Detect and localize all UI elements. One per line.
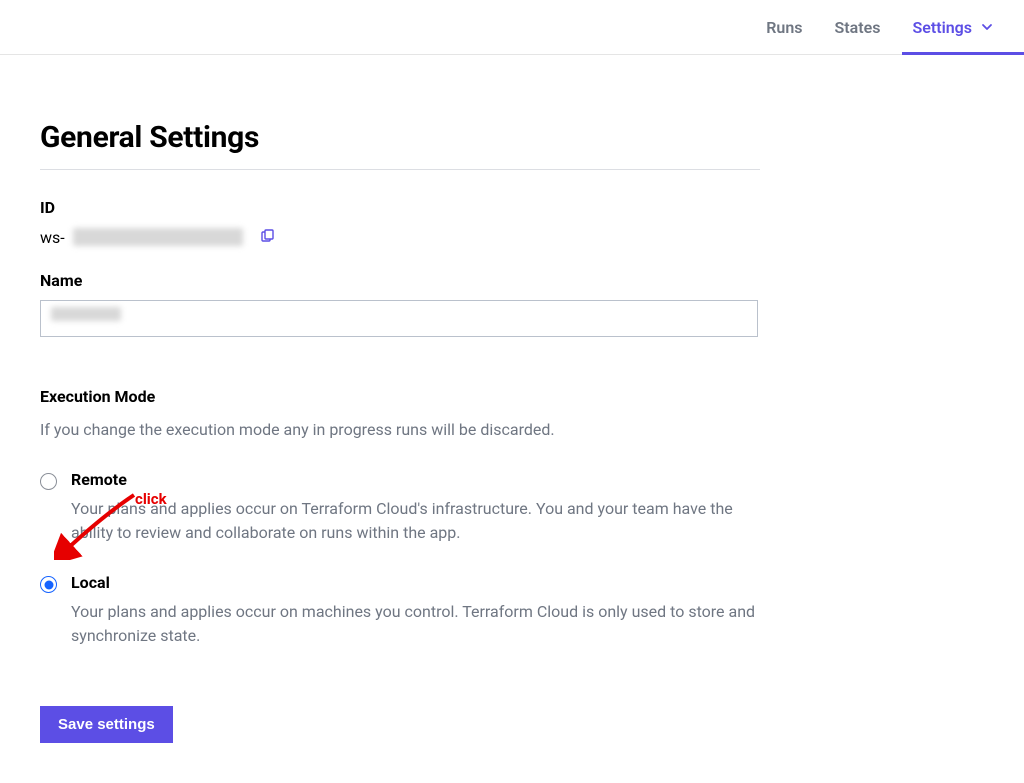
radio-option-remote[interactable]: Remote Your plans and applies occur on T…	[40, 470, 760, 545]
tab-settings[interactable]: Settings	[910, 0, 996, 55]
radio-title: Remote	[71, 470, 760, 489]
id-label: ID	[40, 198, 760, 217]
name-value-redacted	[51, 307, 121, 321]
tab-label: States	[835, 18, 881, 37]
id-value-redacted	[73, 228, 243, 246]
tab-states[interactable]: States	[833, 0, 883, 55]
execution-mode-help: If you change the execution mode any in …	[40, 418, 760, 442]
page-title: General Settings	[40, 120, 760, 155]
button-label: Save settings	[58, 716, 155, 733]
content-area: General Settings ID ws- Name Execution M…	[0, 55, 800, 783]
name-input[interactable]	[40, 300, 758, 337]
radio-content: Remote Your plans and applies occur on T…	[71, 470, 760, 545]
save-settings-button[interactable]: Save settings	[40, 706, 173, 743]
id-row: ws-	[40, 227, 760, 247]
title-divider	[40, 169, 760, 170]
radio-option-local[interactable]: Local Your plans and applies occur on ma…	[40, 573, 760, 648]
radio-desc: Your plans and applies occur on Terrafor…	[71, 497, 760, 545]
chevron-down-icon	[980, 20, 994, 34]
tab-runs[interactable]: Runs	[764, 0, 804, 55]
radio-desc: Your plans and applies occur on machines…	[71, 600, 760, 648]
radio-content: Local Your plans and applies occur on ma…	[71, 573, 760, 648]
id-prefix: ws-	[40, 228, 65, 247]
name-label: Name	[40, 271, 760, 290]
radio-button-local[interactable]	[40, 576, 57, 593]
top-nav: Runs States Settings	[0, 0, 1024, 55]
execution-mode-label: Execution Mode	[40, 387, 760, 406]
copy-icon[interactable]	[257, 227, 277, 247]
radio-title: Local	[71, 573, 760, 592]
tab-label: Runs	[766, 18, 802, 37]
tab-label: Settings	[912, 18, 972, 37]
radio-button-remote[interactable]	[40, 473, 57, 490]
